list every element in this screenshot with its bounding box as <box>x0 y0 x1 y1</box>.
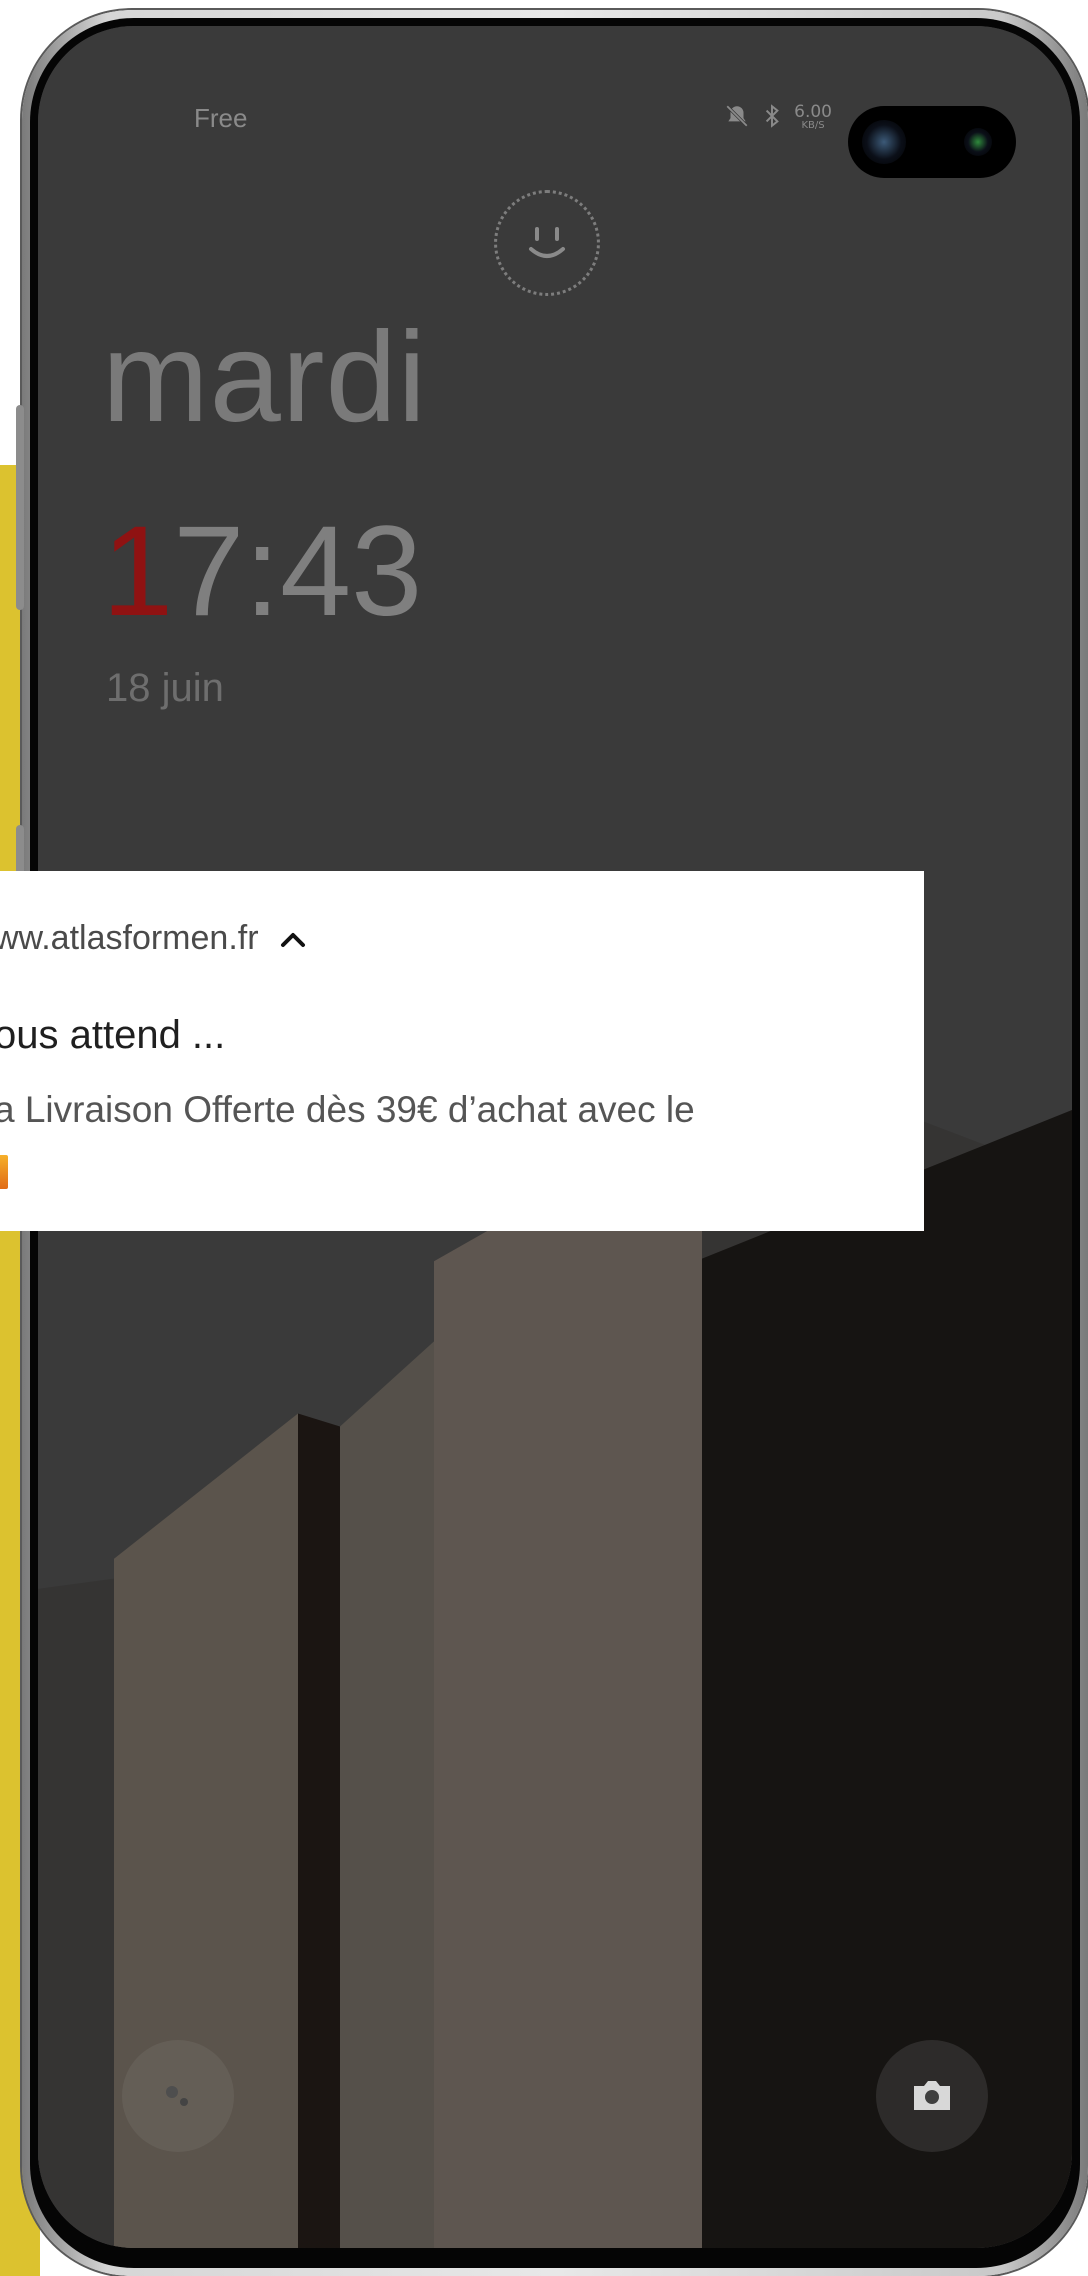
notification-body: a Livraison Offerte dès 39€ d’achat avec… <box>0 1089 695 1130</box>
status-icons: 6.00 KB/S <box>724 103 832 135</box>
notification-card[interactable]: ww.atlasformen.fr ous attend ... a Livra… <box>0 871 924 1231</box>
assistant-shortcut[interactable] <box>122 2040 234 2152</box>
carrier-label: Free <box>194 103 248 133</box>
volume-button <box>16 405 24 610</box>
notification-header: ww.atlasformen.fr <box>0 919 307 958</box>
camera-icon <box>876 2040 988 2152</box>
front-cameras <box>848 106 1016 178</box>
notification-app-name: ww.atlasformen.fr <box>0 919 259 957</box>
lock-day: mardi <box>102 306 428 449</box>
lock-date: 18 juin <box>106 666 224 710</box>
camera-lens-depth <box>964 128 992 156</box>
emoji-icon <box>0 1155 8 1189</box>
network-speed-unit: KB/S <box>801 120 825 131</box>
camera-shortcut[interactable] <box>876 2040 988 2152</box>
network-speed-value: 6.00 <box>794 102 832 122</box>
lock-time: 17:43 <box>102 508 422 636</box>
mute-icon <box>724 103 750 135</box>
notification-title: ous attend ... <box>0 1013 226 1057</box>
face-recognition-icon <box>494 190 600 296</box>
lock-time-rest: 7:43 <box>173 500 423 643</box>
network-speed: 6.00 KB/S <box>794 102 832 133</box>
bluetooth-icon <box>762 103 782 135</box>
camera-lens-main <box>862 120 906 164</box>
assistant-icon <box>122 2040 234 2152</box>
chevron-up-icon[interactable] <box>279 919 307 958</box>
lock-time-first-digit: 1 <box>102 500 174 643</box>
